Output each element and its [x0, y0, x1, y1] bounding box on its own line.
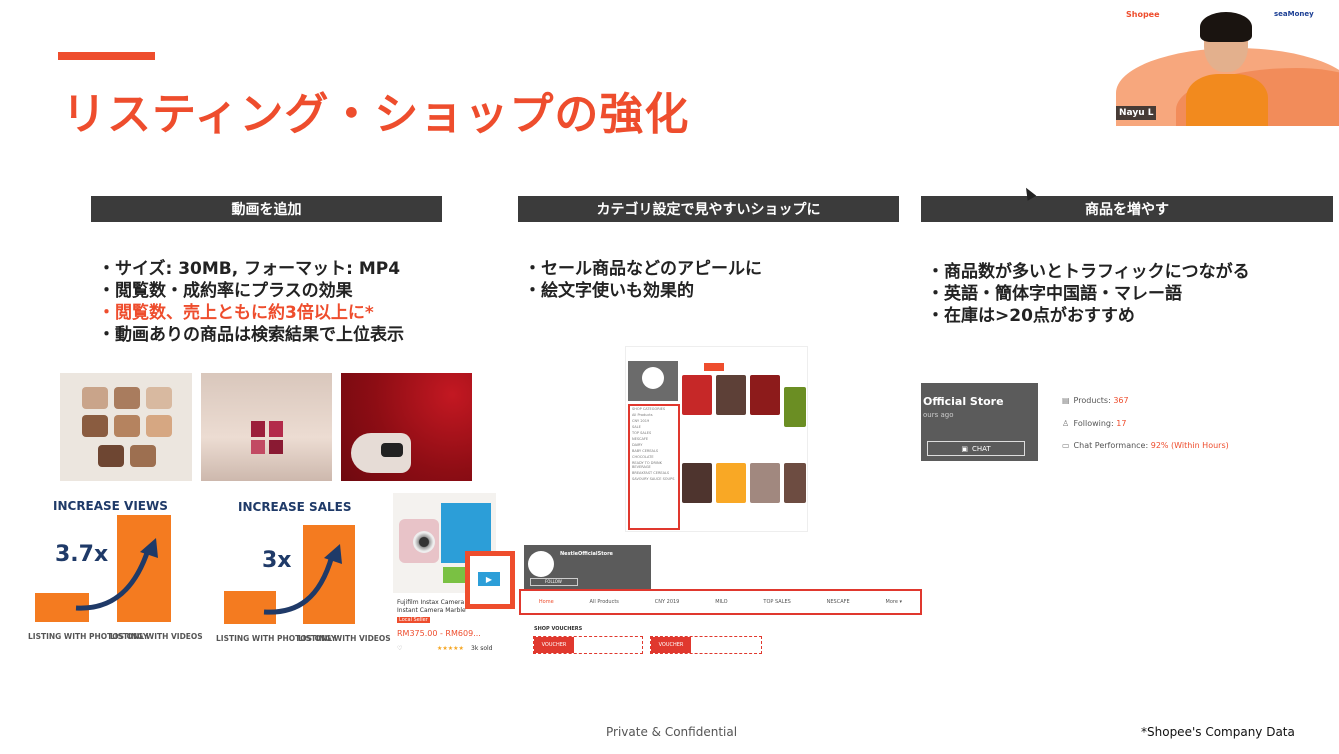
voucher-card: VOUCHER	[533, 636, 643, 654]
product-card-screenshot: ▶ Fujifilm Instax Camera Instant Camera …	[393, 493, 515, 655]
sidebar-category-item: SAVOURY SAUCE SOUPS	[632, 477, 675, 481]
bullet-item: ・サイズ: 30MB, フォーマット: MP4	[98, 259, 401, 279]
shop-tab: MILO	[715, 599, 728, 605]
chart-views-title: INCREASE VIEWS	[53, 499, 168, 513]
play-icon: ▶	[478, 572, 500, 586]
chart-views-trend-arrow	[75, 538, 158, 611]
shop-tab: CNY 2019	[654, 599, 680, 605]
participant-name-label: Nayu L	[1116, 106, 1157, 120]
camera-image	[399, 519, 439, 563]
store-stat-chat-performance: ▭ Chat Performance: 92% (Within Hours)	[1062, 441, 1229, 450]
title-accent-bar	[58, 52, 155, 60]
column-header-video: 動画を追加	[91, 196, 442, 222]
bullet-item-highlighted: ・閲覧数、売上ともに約3倍以上に*	[98, 303, 374, 323]
chart-sales-trend-arrow	[263, 544, 342, 615]
official-store-card: Official Store ours ago ▣ CHAT	[921, 383, 1038, 461]
chat-bubble-icon: ▭	[1062, 441, 1070, 450]
bullet-item: ・セール商品などのアピールに	[524, 259, 762, 279]
products-icon: ▤	[1062, 396, 1070, 405]
shop-tab-bar: Home All Products CNY 2019 MILO TOP SALE…	[519, 589, 922, 615]
chart-sales-xlabel-videos: LISTING WITH VIDEOS	[298, 634, 391, 643]
shop-tab: All Products	[589, 599, 619, 605]
footer-confidential: Private & Confidential	[606, 725, 738, 739]
shop-tab: Home	[538, 599, 554, 605]
store-active-time: ours ago	[923, 411, 954, 419]
bullet-item: ・商品数が多いとトラフィックにつながる	[927, 262, 1250, 282]
column-header-products: 商品を増やす	[921, 196, 1333, 222]
rating-stars: ★★★★★	[437, 645, 464, 652]
column-header-category: カテゴリ設定で見やすいショップに	[518, 196, 899, 222]
sidebar-category-item: READY TO DRINK BEVERAGE	[632, 461, 662, 469]
seller-tag: Local Seller	[397, 617, 430, 623]
shop-tab: NESCAFE	[826, 599, 850, 605]
shop-logo-block	[628, 361, 678, 401]
store-name: Official Store	[923, 395, 1004, 408]
shop-name: NestleOfficialStore	[560, 551, 613, 557]
product-name-line1: Fujifilm Instax Camera	[397, 599, 465, 606]
store-stat-following: ♙ Following: 17	[1062, 419, 1127, 428]
footer-source-note: *Shopee's Company Data	[1141, 725, 1295, 739]
product-price: RM375.00 - RM609...	[397, 629, 481, 638]
shop-header-banner: NestleOfficialStore FOLLOW	[524, 545, 651, 590]
store-stat-products: ▤ Products: 367	[1062, 396, 1129, 405]
shop-tab: TOP SALES	[763, 599, 791, 605]
follow-button: FOLLOW	[530, 578, 578, 586]
bullet-item: ・閲覧数・成約率にプラスの効果	[98, 281, 353, 301]
chart-sales-xlabel-photos: LISTING WITH PHOTOS ONLY	[216, 634, 337, 643]
lipstick-swatch-image	[201, 373, 332, 481]
heart-icon: ♡	[397, 645, 403, 652]
video-indicator-box: ▶	[465, 551, 515, 609]
chart-views-xlabel-photos: LISTING WITH PHOTOS ONLY	[28, 632, 149, 641]
shop-categories-sidebar: SHOP CATEGORIES All Products CNY 2019 SA…	[628, 404, 680, 530]
bullet-item: ・英語・簡体字中国語・マレー語	[927, 284, 1182, 304]
video-call-tile[interactable]: Shopee seaMoney Nayu L	[1116, 0, 1339, 126]
voucher-card: VOUCHER	[650, 636, 762, 654]
shop-vouchers-label: SHOP VOUCHERS	[534, 626, 583, 632]
chart-sales-title: INCREASE SALES	[238, 500, 352, 514]
seamoney-logo: seaMoney	[1274, 10, 1314, 18]
slide-title: リスティング・ショップの強化	[62, 89, 690, 140]
products-bullet-list: ・商品数が多いとトラフィックにつながる ・英語・簡体字中国語・マレー語 ・在庫は…	[927, 261, 1250, 327]
participant-video	[1186, 12, 1268, 126]
person-icon: ♙	[1062, 419, 1070, 428]
shop-tab: More ▾	[885, 599, 903, 605]
sold-count: 3k sold	[471, 645, 493, 652]
bullet-item: ・在庫は>20点がおすすめ	[927, 306, 1135, 326]
shopee-logo: Shopee	[1126, 10, 1160, 19]
umbrella-image	[341, 373, 472, 481]
video-bullet-list: ・サイズ: 30MB, フォーマット: MP4 ・閲覧数・成約率にプラスの効果 …	[98, 258, 404, 346]
bullet-item: ・絵文字使いも効果的	[524, 281, 694, 301]
eyeshadow-palette-image	[60, 373, 192, 481]
chat-icon: ▣	[961, 444, 968, 453]
chart-views-xlabel-videos: LISTING WITH VIDEOS	[110, 632, 203, 641]
chat-button: ▣ CHAT	[927, 441, 1025, 456]
bullet-item: ・動画ありの商品は検索結果で上位表示	[98, 325, 404, 345]
product-name-line2: Instant Camera Marble	[397, 607, 466, 614]
category-bullet-list: ・セール商品などのアピールに ・絵文字使いも効果的	[524, 258, 762, 302]
